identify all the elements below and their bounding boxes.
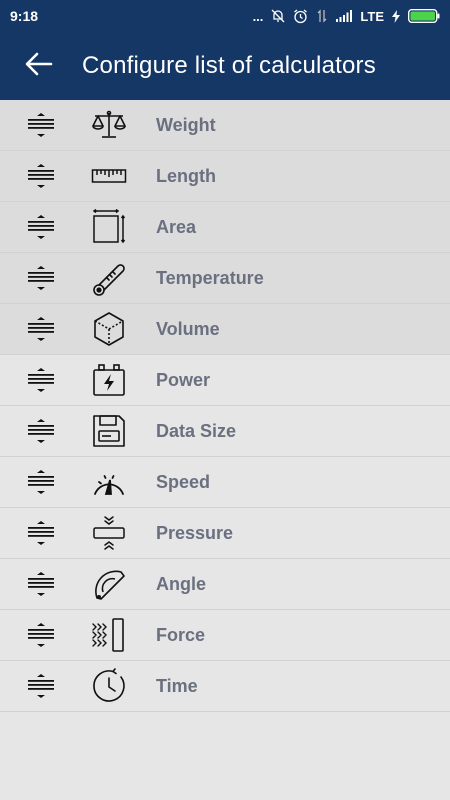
- drag-handle-icon[interactable]: [26, 518, 56, 548]
- floppy-disk-icon: [91, 413, 127, 449]
- drag-handle-icon[interactable]: [26, 161, 56, 191]
- status-bar: 9:18 ... LTE: [0, 0, 450, 32]
- app-bar: Configure list of calculators: [0, 32, 450, 100]
- pressure-icon: [91, 515, 127, 551]
- speedometer-icon: [91, 464, 127, 500]
- list-item-angle[interactable]: Angle: [0, 559, 450, 610]
- list-item-weight[interactable]: Weight: [0, 100, 450, 151]
- list-item-force[interactable]: Force: [0, 610, 450, 661]
- calculator-label: Area: [156, 216, 197, 237]
- list-item-speed[interactable]: Speed: [0, 457, 450, 508]
- signal-icon: [336, 10, 353, 22]
- drag-handle-icon[interactable]: [26, 365, 56, 395]
- drag-handle-icon[interactable]: [26, 671, 56, 701]
- calculator-label: Temperature: [156, 267, 264, 288]
- calculator-label: Length: [156, 165, 216, 186]
- bell-off-icon: [271, 9, 285, 23]
- drag-handle-icon[interactable]: [26, 314, 56, 344]
- page-title: Configure list of calculators: [82, 52, 376, 79]
- back-button[interactable]: [0, 32, 78, 100]
- calculator-label: Weight: [156, 114, 216, 135]
- list-item-area[interactable]: Area: [0, 202, 450, 253]
- status-dots: ...: [252, 8, 264, 24]
- calculator-label: Pressure: [156, 522, 234, 543]
- drag-handle-icon[interactable]: [26, 569, 56, 599]
- arrow-left-icon: [25, 52, 53, 81]
- battery-icon: [91, 362, 127, 398]
- calculator-list: Weight Length Area Temperature Volume Po…: [0, 100, 450, 712]
- drag-handle-icon[interactable]: [26, 620, 56, 650]
- drag-handle-icon[interactable]: [26, 416, 56, 446]
- list-item-length[interactable]: Length: [0, 151, 450, 202]
- alarm-icon: [293, 8, 308, 24]
- battery-icon: [408, 9, 440, 23]
- calculator-label: Force: [156, 624, 206, 645]
- area-icon: [91, 209, 127, 245]
- calculator-label: Volume: [156, 318, 220, 339]
- list-item-power[interactable]: Power: [0, 355, 450, 406]
- ruler-icon: [91, 158, 127, 194]
- clock-icon: [91, 668, 127, 704]
- calculator-label: Time: [156, 675, 198, 696]
- charging-icon: [392, 9, 400, 23]
- list-item-volume[interactable]: Volume: [0, 304, 450, 355]
- calculator-label: Speed: [156, 471, 211, 492]
- calculator-label: Data Size: [156, 420, 237, 441]
- calculator-label: Power: [156, 369, 211, 390]
- data-transfer-icon: [316, 9, 328, 23]
- protractor-icon: [91, 566, 127, 602]
- drag-handle-icon[interactable]: [26, 467, 56, 497]
- network-type: LTE: [360, 8, 384, 24]
- calculator-label: Angle: [156, 573, 207, 594]
- status-time: 9:18: [10, 8, 39, 24]
- force-icon: [91, 617, 127, 653]
- list-item-time[interactable]: Time: [0, 661, 450, 712]
- thermometer-icon: [91, 260, 127, 296]
- status-icons: ... LTE: [253, 9, 440, 24]
- list-item-pressure[interactable]: Pressure: [0, 508, 450, 559]
- drag-handle-icon[interactable]: [26, 263, 56, 293]
- list-item-data-size[interactable]: Data Size: [0, 406, 450, 457]
- scale-icon: [91, 107, 127, 143]
- drag-handle-icon[interactable]: [26, 212, 56, 242]
- cube-icon: [91, 311, 127, 347]
- list-item-temperature[interactable]: Temperature: [0, 253, 450, 304]
- drag-handle-icon[interactable]: [26, 110, 56, 140]
